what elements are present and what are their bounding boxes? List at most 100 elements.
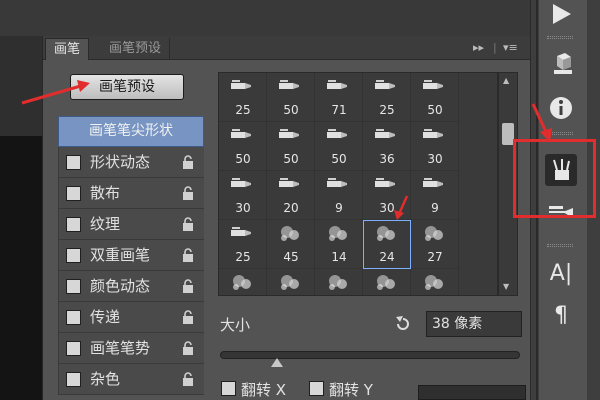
brush-tip-shape-item[interactable]: 画笔笔尖形状 [58,116,204,147]
lock-icon[interactable] [182,341,194,356]
toolbar-grip[interactable] [547,244,573,247]
scroll-up-icon[interactable]: ▲ [503,77,509,85]
brush-tip-cell[interactable]: 50 [267,122,315,171]
brush-tip-cell[interactable]: 25 [219,220,267,269]
flip-y-box[interactable] [309,381,324,396]
paragraph-icon[interactable]: ¶ [545,300,577,332]
brush-tip-cell[interactable]: 9 [315,171,363,220]
brush-tip-cell[interactable] [363,269,411,295]
brush-tip-icon [327,178,347,187]
flip-y-checkbox[interactable]: 翻转 Y [309,379,399,399]
brush-size-label: 71 [331,103,347,117]
brush-tip-grid: 25 50 71 25 50 50 50 50 36 30 30 20 9 30 9 25 45 14 24 27 [218,72,498,296]
brush-option-item[interactable]: 形状动态 [58,147,204,178]
brush-tip-cell[interactable]: 14 [315,220,363,269]
option-checkbox[interactable] [66,155,81,170]
size-slider-thumb[interactable] [271,358,283,367]
brush-option-item[interactable]: 传递 [58,302,204,333]
angle-preview [418,385,526,400]
brush-tip-cell[interactable]: 50 [315,122,363,171]
toolbar-grip[interactable] [547,36,573,39]
brush-tip-cell[interactable]: 50 [267,73,315,122]
brush-option-item[interactable]: 散布 [58,178,204,209]
toolbar-grip[interactable] [547,132,573,135]
tab-brush-presets[interactable]: 画笔预设 [101,38,171,60]
brush-tip-cell[interactable]: 30 [363,171,411,220]
brush-tip-cell[interactable]: 9 [411,171,459,220]
brush-option-item[interactable]: 画笔笔势 [58,333,204,364]
flip-x-checkbox[interactable]: 翻转 X [221,379,311,399]
divider-icon: | [493,41,497,54]
canvas-edge [0,36,42,136]
brush-preset-button[interactable]: 画笔预设 [70,74,184,100]
brush-tip-cell[interactable]: 30 [219,171,267,220]
brush-option-item[interactable]: 颜色动态 [58,271,204,302]
brush-size-label: 36 [379,152,395,166]
option-checkbox[interactable] [66,186,81,201]
option-checkbox[interactable] [66,248,81,263]
play-icon[interactable] [545,0,577,32]
brush-size-label: 25 [235,250,251,264]
3d-cube-icon[interactable] [545,48,577,80]
option-checkbox[interactable] [66,279,81,294]
brush-tip-cell[interactable]: 27 [411,220,459,269]
brush-size-label: 9 [335,201,343,215]
panel-menu-icon[interactable]: ▾≡ [503,40,518,56]
brush-size-label: 50 [427,103,443,117]
brush-tip-cell[interactable] [315,269,363,295]
option-checkbox[interactable] [66,310,81,325]
brush-tip-cell[interactable]: 36 [363,122,411,171]
info-icon[interactable] [545,92,577,124]
option-label: 画笔笔势 [90,339,151,357]
collapse-icon[interactable]: ▸▸ [473,40,484,56]
brush-tip-cell[interactable]: 25 [219,73,267,122]
lock-icon[interactable] [182,186,194,201]
option-checkbox[interactable] [66,372,81,387]
lock-icon[interactable] [182,217,194,232]
reset-size-icon[interactable] [393,314,413,334]
brush-size-label: 50 [283,103,299,117]
option-checkbox[interactable] [66,217,81,232]
brush-tip-cell[interactable]: 30 [411,122,459,171]
scatter-brush-icon [281,275,299,290]
brush-tip-cell[interactable]: 25 [363,73,411,122]
option-label: 双重画笔 [90,246,151,264]
brush-size-label: 45 [283,250,299,264]
size-input[interactable]: 38 像素 [426,311,522,337]
lock-icon[interactable] [182,155,194,170]
scatter-brush-icon [329,226,347,241]
brush-tip-cell[interactable]: 20 [267,171,315,220]
brush-options-list: 画笔笔尖形状 形状动态 散布 纹理双重画笔颜色动态 传递画笔笔势杂色 [58,116,204,400]
size-slider[interactable] [220,351,520,359]
lock-icon[interactable] [182,372,194,387]
scatter-brush-icon [425,226,443,241]
brush-option-item[interactable]: 双重画笔 [58,240,204,271]
flip-x-box[interactable] [221,381,236,396]
lock-icon[interactable] [182,248,194,263]
brush-tip-cell[interactable] [267,269,315,295]
brush-option-item[interactable]: 杂色 [58,364,204,395]
brush-tip-cell[interactable] [219,269,267,295]
scatter-brush-icon [377,275,395,290]
brush-tip-cell[interactable]: 50 [219,122,267,171]
character-icon[interactable]: A| [545,258,577,290]
option-checkbox[interactable] [66,341,81,356]
brush-size-label: 30 [379,201,395,215]
brush-tip-cell[interactable]: 71 [315,73,363,122]
brush-tip-cell[interactable]: 50 [411,73,459,122]
panel-tabbar: 画笔 画笔预设 ▸▸ | ▾≡ [43,36,531,60]
lock-icon[interactable] [182,279,194,294]
lock-icon[interactable] [182,310,194,325]
tab-brush[interactable]: 画笔 [45,38,90,60]
brush-tip-cell[interactable] [411,269,459,295]
canvas-background [0,136,42,400]
brush-option-item[interactable]: 纹理 [58,209,204,240]
brush-tip-icon [423,129,443,138]
scroll-down-icon[interactable]: ▼ [503,283,509,291]
brush-tip-cell[interactable]: 24 [363,220,411,269]
brush-tip-icon [375,178,395,187]
scatter-brush-icon [281,226,299,241]
brush-size-label: 9 [431,201,439,215]
brush-size-label: 27 [427,250,443,264]
brush-tip-cell[interactable]: 45 [267,220,315,269]
